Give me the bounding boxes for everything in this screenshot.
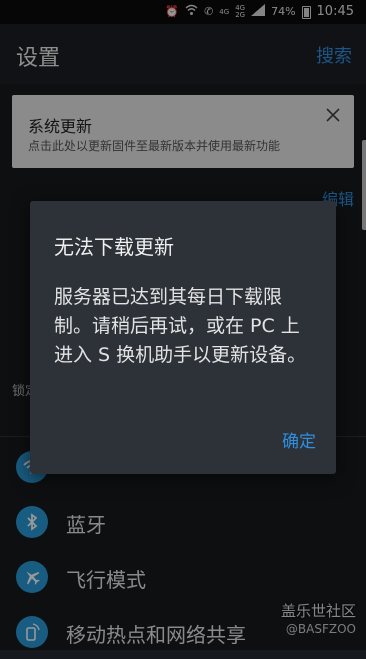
error-dialog: 无法下载更新 服务器已达到其每日下载限制。请稍后再试，或在 PC 上进入 S 换…: [30, 201, 336, 474]
dialog-message: 服务器已达到其每日下载限制。请稍后再试，或在 PC 上进入 S 换机助手以更新设…: [54, 286, 307, 366]
dialog-title: 无法下载更新: [54, 235, 174, 259]
ok-button[interactable]: 确定: [282, 427, 316, 452]
